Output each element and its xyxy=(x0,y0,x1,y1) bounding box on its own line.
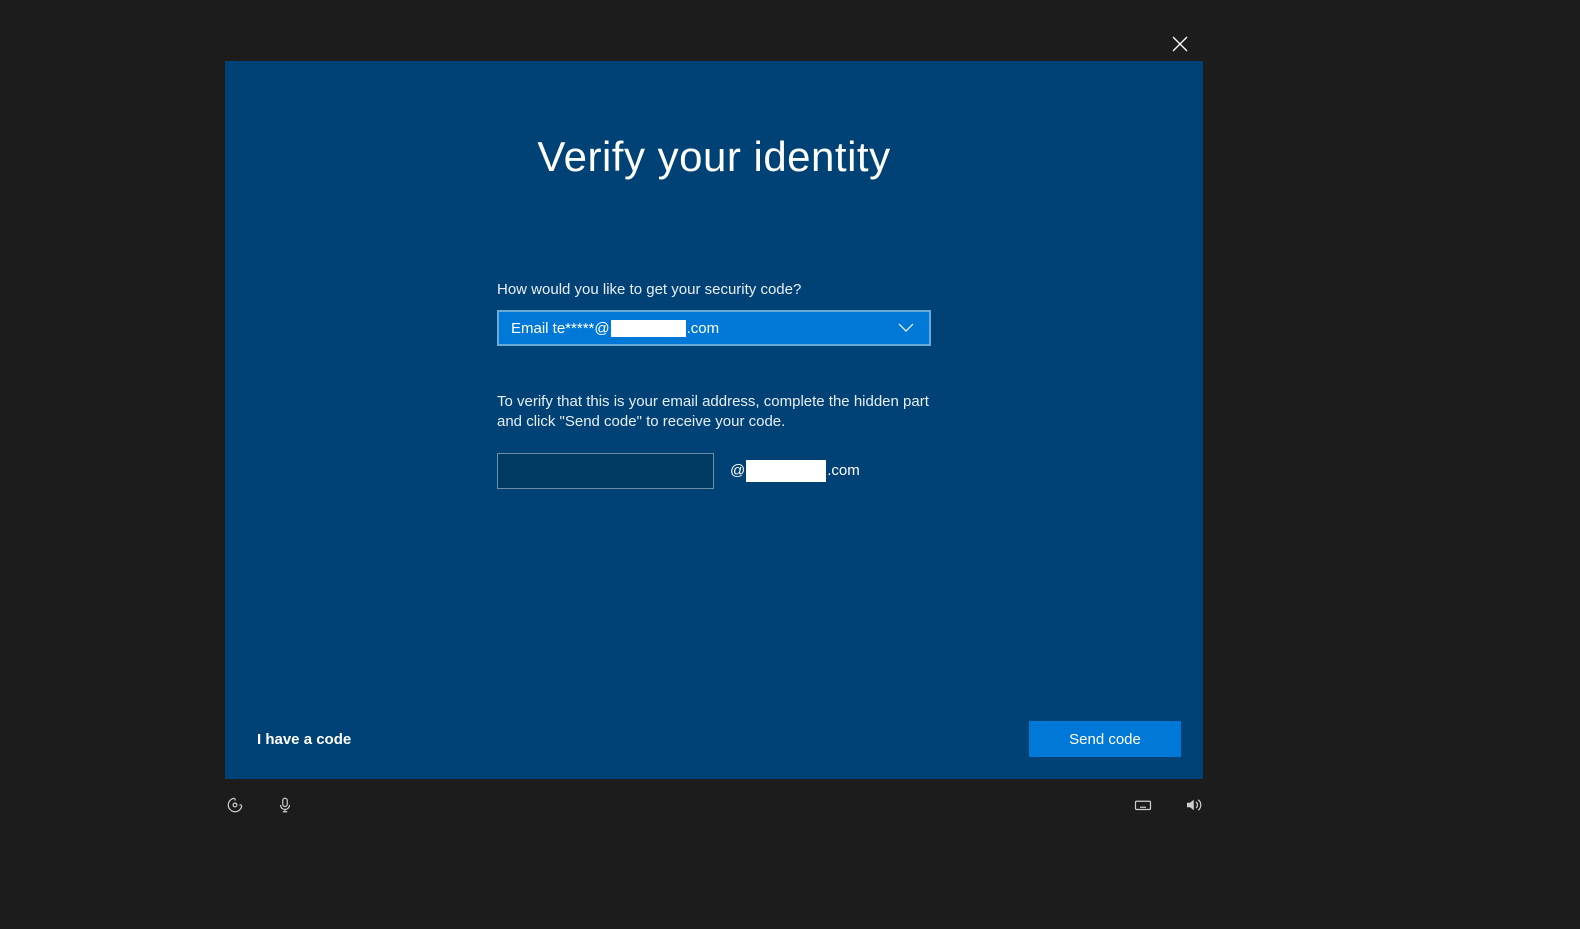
system-bottom-bar xyxy=(225,789,1203,821)
dropdown-selected-value: Email te*****@ .com xyxy=(511,320,719,337)
keyboard-icon[interactable] xyxy=(1133,795,1153,815)
chevron-down-icon xyxy=(897,322,915,334)
volume-icon[interactable] xyxy=(1183,795,1203,815)
domain-suffix: .com xyxy=(827,462,860,479)
security-code-method-dropdown[interactable]: Email te*****@ .com xyxy=(497,310,931,346)
redacted-domain xyxy=(611,320,686,337)
close-icon xyxy=(1172,36,1188,57)
verify-identity-panel: Verify your identity How would you like … xyxy=(225,61,1203,779)
email-local-part-input[interactable] xyxy=(497,453,714,489)
email-domain-display: @ .com xyxy=(730,460,860,482)
panel-footer: I have a code Send code xyxy=(257,721,1181,757)
page-title: Verify your identity xyxy=(225,133,1203,181)
email-verify-row: @ .com xyxy=(497,453,931,489)
dropdown-suffix: .com xyxy=(687,320,720,337)
redacted-domain-name xyxy=(746,460,826,482)
form-content: How would you like to get your security … xyxy=(497,281,931,489)
close-button[interactable] xyxy=(1164,30,1196,62)
verify-instruction-label: To verify that this is your email addres… xyxy=(497,392,931,433)
method-prompt-label: How would you like to get your security … xyxy=(497,281,931,298)
have-code-link[interactable]: I have a code xyxy=(257,731,351,748)
microphone-icon[interactable] xyxy=(275,795,295,815)
at-symbol: @ xyxy=(730,462,745,479)
dropdown-prefix: Email te*****@ xyxy=(511,320,610,337)
ease-of-access-icon[interactable] xyxy=(225,795,245,815)
send-code-button[interactable]: Send code xyxy=(1029,721,1181,757)
